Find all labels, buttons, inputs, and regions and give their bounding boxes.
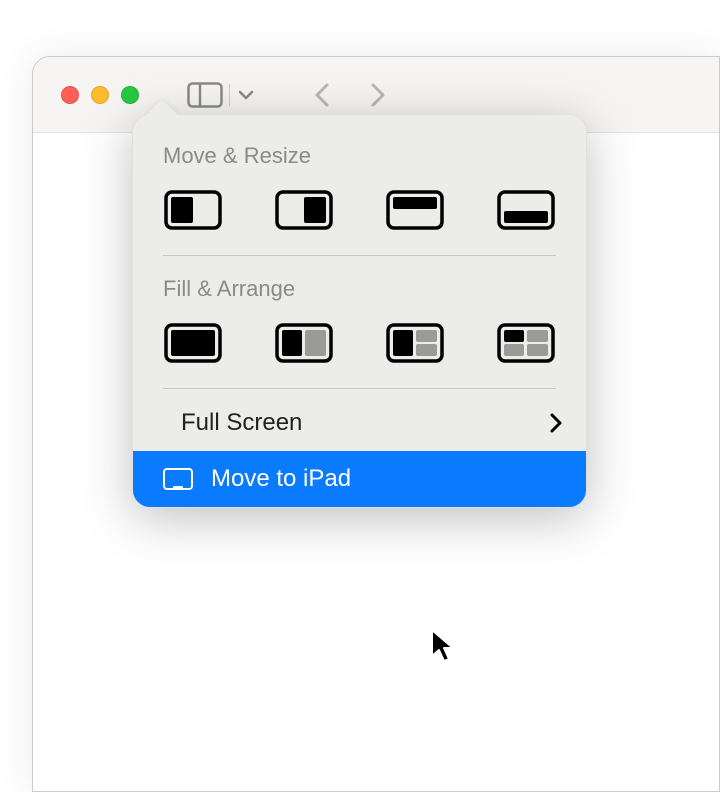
move-to-ipad-item[interactable]: Move to iPad <box>133 451 586 507</box>
close-button[interactable] <box>61 86 79 104</box>
window-four-grid-icon[interactable] <box>496 322 556 364</box>
fill-arrange-row <box>133 316 586 388</box>
full-screen-label: Full Screen <box>181 409 550 437</box>
window-fill-icon[interactable] <box>163 322 223 364</box>
ipad-icon <box>163 467 193 491</box>
maximize-button[interactable] <box>121 86 139 104</box>
chevron-right-icon <box>550 413 562 433</box>
window-two-col-right-icon[interactable] <box>385 322 445 364</box>
window-two-col-left-icon[interactable] <box>274 322 334 364</box>
full-screen-item[interactable]: Full Screen <box>133 395 586 451</box>
nav-arrows <box>314 82 386 108</box>
toggle-sidebar-button[interactable] <box>183 79 227 111</box>
window-bottom-half-icon[interactable] <box>496 189 556 231</box>
move-resize-label: Move & Resize <box>133 135 586 183</box>
toolbar-divider <box>229 84 230 106</box>
window-top-half-icon[interactable] <box>385 189 445 231</box>
move-resize-row <box>133 183 586 255</box>
minimize-button[interactable] <box>91 86 109 104</box>
toolbar-sidebar-group <box>183 79 260 111</box>
separator <box>163 388 556 389</box>
back-button[interactable] <box>314 82 330 108</box>
window-right-half-icon[interactable] <box>274 189 334 231</box>
move-to-ipad-label: Move to iPad <box>211 465 562 493</box>
window-layout-popover: Move & Resize Fill <box>132 114 587 508</box>
window-left-half-icon[interactable] <box>163 189 223 231</box>
toolbar-menu-button[interactable] <box>232 79 260 111</box>
traffic-lights <box>61 86 139 104</box>
fill-arrange-label: Fill & Arrange <box>133 256 586 316</box>
forward-button[interactable] <box>370 82 386 108</box>
